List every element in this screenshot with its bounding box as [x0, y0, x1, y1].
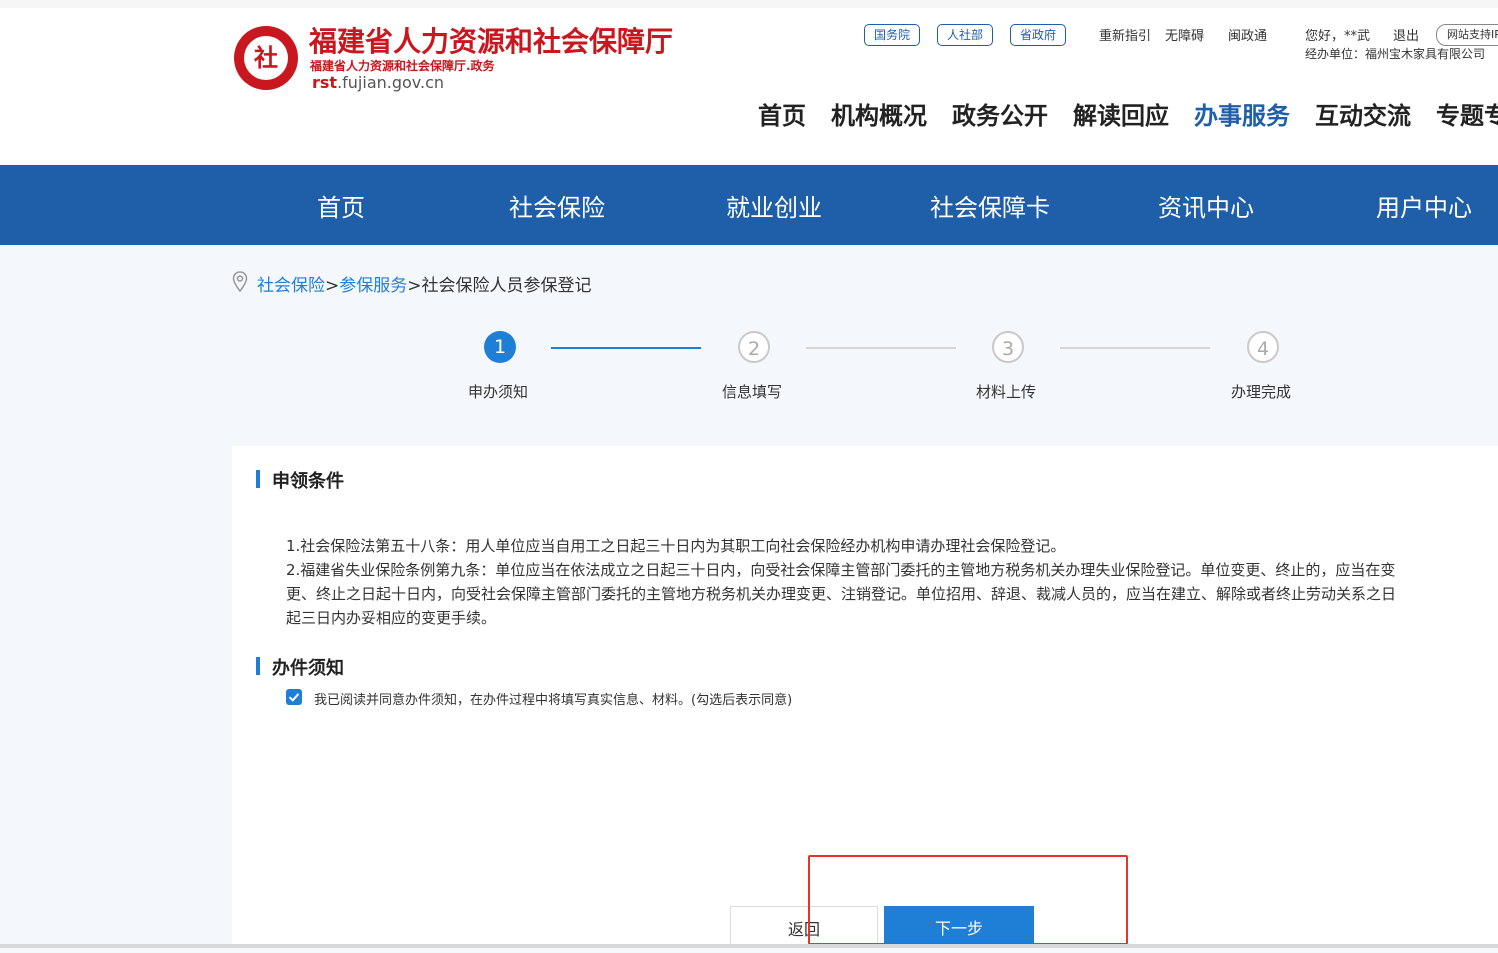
section-marker [256, 657, 260, 675]
site-support-badge[interactable]: 网站支持IPv6 [1436, 24, 1498, 46]
bottom-taskbar-edge [0, 944, 1498, 948]
checkmark-icon [288, 693, 300, 702]
breadcrumb-separator: > [407, 276, 422, 296]
condition-line-1: 1.社会保险法第五十八条：用人单位应当自用工之日起三十日内为其职工向社会保险经办… [286, 537, 1066, 555]
breadcrumb-current: 社会保险人员参保登记 [421, 276, 592, 296]
condition-line-3: 更、终止之日起十日内，向受社会保障主管部门委托的主管地方税务机关办理变更、注销登… [286, 585, 1397, 603]
main-nav-gov-info[interactable]: 政务公开 [952, 96, 1048, 131]
step-3-circle: 3 [992, 331, 1024, 363]
sub-nav-user-center[interactable]: 用户中心 [1376, 188, 1472, 223]
logo-emblem-icon: 社 [244, 36, 288, 80]
main-nav-about[interactable]: 机构概况 [831, 96, 927, 131]
sub-nav-security-card[interactable]: 社会保障卡 [930, 188, 1050, 223]
site-header [0, 0, 1498, 165]
unit-name: 福州宝木家具有限公司 [1365, 47, 1486, 61]
section-marker [256, 470, 260, 488]
main-nav-home[interactable]: 首页 [758, 96, 806, 131]
step-1-label: 申办须知 [468, 383, 529, 401]
step-1-circle: 1 [484, 331, 516, 363]
logo-domain-rest: .fujian.gov.cn [337, 73, 445, 92]
step-4-label: 办理完成 [1231, 383, 1292, 401]
step-3-label: 材料上传 [976, 383, 1037, 401]
step-connector [1060, 347, 1210, 349]
header-top-line [0, 0, 1498, 8]
tag-link-mohrss[interactable]: 人社部 [937, 24, 994, 46]
location-pin-icon [232, 271, 248, 293]
util-link-mintong[interactable]: 闽政通 [1228, 25, 1267, 44]
util-link-guide[interactable]: 重新指引 [1099, 25, 1151, 44]
agree-checkbox[interactable] [286, 689, 302, 705]
logo-title[interactable]: 福建省人力资源和社会保障厅 [309, 20, 673, 60]
breadcrumb-link-social-insurance[interactable]: 社会保险 [257, 276, 325, 296]
unit-line: 经办单位：福州宝木家具有限公司 [1305, 45, 1485, 62]
agree-label[interactable]: 我已阅读并同意办件须知，在办件过程中将填写真实信息、材料。(勾选后表示同意) [314, 689, 792, 708]
unit-label: 经办单位： [1305, 47, 1366, 61]
step-connector [806, 347, 956, 349]
step-connector [551, 347, 701, 349]
step-2-circle: 2 [738, 331, 770, 363]
main-nav-services[interactable]: 办事服务 [1194, 96, 1290, 131]
step-2-label: 信息填写 [722, 383, 783, 401]
tag-link-provincial-gov[interactable]: 省政府 [1010, 24, 1067, 46]
util-link-accessibility[interactable]: 无障碍 [1165, 25, 1204, 44]
main-nav-interpret[interactable]: 解读回应 [1073, 96, 1169, 131]
section-title-notice: 办件须知 [272, 658, 344, 679]
logo-domain: rst.fujian.gov.cn [312, 73, 444, 92]
breadcrumb-separator: > [325, 276, 340, 296]
sub-nav-home[interactable]: 首页 [317, 188, 365, 223]
sub-nav-social-insurance[interactable]: 社会保险 [509, 188, 605, 223]
user-greeting: 您好，**武 [1305, 29, 1371, 44]
sub-nav-employment[interactable]: 就业创业 [726, 188, 822, 223]
annotation-highlight-box [808, 855, 1128, 945]
section-title-conditions: 申领条件 [272, 471, 344, 492]
main-nav-topics[interactable]: 专题专栏 [1436, 96, 1498, 131]
condition-line-2: 2.福建省失业保险条例第九条：单位应当在依法成立之日起三十日内，向受社会保障主管… [286, 561, 1396, 579]
condition-line-4: 起三日内办妥相应的变更手续。 [286, 609, 497, 627]
logout-link[interactable]: 退出 [1393, 25, 1419, 44]
sub-nav-news[interactable]: 资讯中心 [1158, 188, 1254, 223]
tag-link-state-council[interactable]: 国务院 [864, 24, 921, 46]
main-nav-interaction[interactable]: 互动交流 [1315, 96, 1411, 131]
logo-domain-prefix: rst [312, 73, 338, 92]
breadcrumb: 社会保险>参保服务>社会保险人员参保登记 [257, 271, 592, 296]
step-4-circle: 4 [1247, 331, 1279, 363]
logo-subtitle: 福建省人力资源和社会保障厅.政务 [310, 59, 495, 73]
breadcrumb-link-enrollment-services[interactable]: 参保服务 [339, 276, 407, 296]
